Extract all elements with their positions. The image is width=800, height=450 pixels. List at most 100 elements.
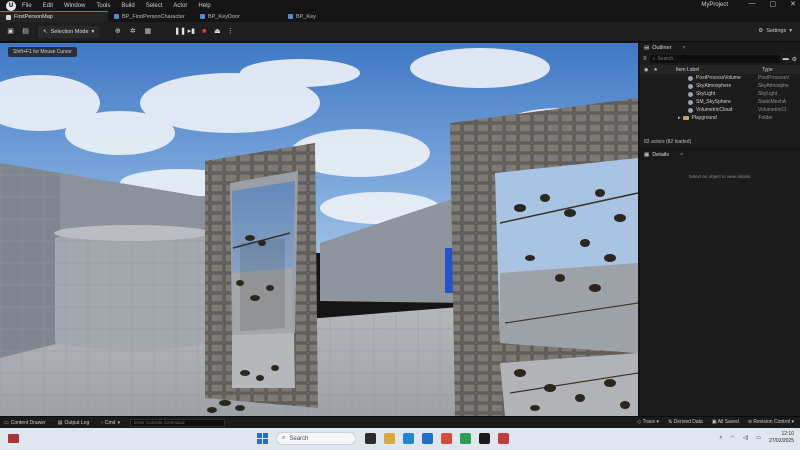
output-log-button[interactable]: ▤ Output Log <box>58 420 89 426</box>
step-icon[interactable]: ▸▮ <box>187 28 195 36</box>
tab-bp-key[interactable]: BP_Key <box>282 11 362 22</box>
trace-button[interactable]: ◇ Trace ▾ <box>637 419 659 425</box>
windows-logo-icon <box>263 433 268 438</box>
blueprint-menu-icon[interactable]: ✲ <box>128 27 137 36</box>
item-name: SM_SkySphere <box>696 99 731 105</box>
item-type: PostProcessV <box>758 75 790 81</box>
add-actor-icon[interactable]: ⊕ <box>113 27 122 36</box>
tab-firstpersonmap[interactable]: FirstPersonMap <box>0 11 108 22</box>
pause-icon[interactable]: ❚❚ <box>174 28 186 36</box>
unreal-engine-icon[interactable] <box>479 433 490 444</box>
tab-label: BP_FirstPersonCharacter <box>122 13 185 20</box>
list-item[interactable]: SkyLight SkyLight <box>640 90 800 98</box>
sequencer-icon[interactable]: ▦ <box>143 27 152 36</box>
more-options-icon[interactable]: ⋮ <box>226 28 234 36</box>
taskbar-search[interactable]: ⌕ Search <box>276 432 356 445</box>
menu-edit[interactable]: Edit <box>43 3 53 9</box>
settings-button[interactable]: ⚙ Settings ▾ <box>758 28 792 34</box>
cmd-label: Cmd <box>104 419 116 426</box>
battery-icon[interactable]: ▭ <box>756 435 761 441</box>
unreal-logo-icon[interactable]: U <box>6 0 16 11</box>
app-icon[interactable] <box>460 433 471 444</box>
menu-build[interactable]: Build <box>121 3 134 9</box>
column-item-label[interactable]: Item Label <box>676 67 762 73</box>
actor-icon <box>688 91 693 97</box>
clock[interactable]: 12:10 27/02/2025 <box>769 431 794 445</box>
task-view-icon[interactable] <box>365 433 376 444</box>
visibility-icon[interactable]: ◉ <box>644 67 648 73</box>
menu-select[interactable]: Select <box>146 3 163 9</box>
chevron-down-icon: ▾ <box>91 28 95 35</box>
item-name: PostProcessVolume <box>696 75 741 81</box>
menu-tools[interactable]: Tools <box>96 3 110 9</box>
tab-label: BP_KeyDoor <box>208 13 240 20</box>
window-controls: — ▢ ✕ <box>749 0 797 8</box>
file-explorer-icon[interactable] <box>384 433 395 444</box>
folder-icon <box>682 116 689 120</box>
outliner-search-input[interactable]: ⌕ Search... <box>649 55 780 63</box>
filter-icon[interactable]: ≡ <box>643 56 647 62</box>
search-label: Search <box>289 435 309 442</box>
actor-icon <box>688 99 693 105</box>
menu-help[interactable]: Help <box>198 3 210 9</box>
column-type[interactable]: Type <box>762 67 773 73</box>
close-icon[interactable]: × <box>680 152 683 158</box>
store-icon[interactable] <box>422 433 433 444</box>
menu-bar: U File Edit Window Tools Build Select Ac… <box>0 0 800 11</box>
derived-data-button[interactable]: ⇅ Derived Data <box>668 419 703 425</box>
all-saved-button[interactable]: ▣ All Saved <box>712 419 739 425</box>
list-item[interactable]: SM_SkySphere StaticMeshA <box>640 98 800 106</box>
start-button[interactable] <box>257 433 268 444</box>
details-header: ▦ Details × <box>640 150 800 160</box>
unreal-editor-window: U File Edit Window Tools Build Select Ac… <box>0 0 800 450</box>
search-icon: ⌕ <box>282 435 286 441</box>
windows-logo-icon <box>257 439 262 444</box>
chevron-up-icon[interactable]: ˄ <box>719 435 722 441</box>
content-drawer-button[interactable]: ▭ Content Drawer <box>4 420 46 426</box>
close-button[interactable]: ✕ <box>790 0 796 8</box>
clock-time: 12:10 <box>781 431 794 437</box>
network-icon[interactable]: ◠ <box>730 435 734 441</box>
taskbar-apps <box>365 433 509 444</box>
item-type: VolumetricCl <box>758 107 787 113</box>
details-panel: ▦ Details × Select an object to view det… <box>640 150 800 416</box>
cmd-dropdown[interactable]: › Cmd ▾ <box>101 420 120 426</box>
add-folder-icon[interactable]: ▬ <box>783 56 789 62</box>
revision-control-button[interactable]: ⊘ Revision Control ▾ <box>748 419 794 425</box>
menu-window[interactable]: Window <box>64 3 85 9</box>
close-icon[interactable]: × <box>682 45 685 51</box>
viewport-scene <box>0 43 638 416</box>
actor-icon <box>688 107 693 113</box>
list-item-folder[interactable]: ▸ Playground Folder <box>640 114 800 122</box>
maximize-button[interactable]: ▢ <box>770 0 777 8</box>
windows-logo-icon <box>263 439 268 444</box>
list-item[interactable]: VolumetricCloud VolumetricCl <box>640 106 800 114</box>
blueprint-icon <box>288 14 293 19</box>
level-viewport[interactable]: Shift+F1 for Mouse Cursor <box>0 43 638 416</box>
list-item[interactable]: SkyAtmosphere SkyAtmosphe <box>640 82 800 90</box>
chrome-icon[interactable] <box>441 433 452 444</box>
minimize-button[interactable]: — <box>749 0 756 8</box>
tab-bp-keydoor[interactable]: BP_KeyDoor <box>194 11 282 22</box>
volume-icon[interactable]: ◁) <box>743 435 749 441</box>
eject-icon[interactable]: ⏏ <box>213 28 221 36</box>
tab-bp-firstpersoncharacter[interactable]: BP_FirstPersonCharacter <box>108 11 194 22</box>
details-empty-message: Select an object to view details. <box>688 174 752 179</box>
content-browser-icon[interactable]: ▤ <box>21 27 30 36</box>
save-icon[interactable]: ▣ <box>6 27 15 36</box>
item-type: StaticMeshA <box>758 99 787 105</box>
gear-icon[interactable]: ⚙ <box>792 56 797 63</box>
list-item[interactable]: PostProcessVolume PostProcessV <box>640 74 800 82</box>
selection-mode-dropdown[interactable]: ↖ Selection Mode ▾ <box>38 25 100 38</box>
star-icon[interactable]: ★ <box>653 67 657 73</box>
status-bar-right: ◇ Trace ▾ ⇅ Derived Data ▣ All Saved ⊘ R… <box>637 419 794 425</box>
stop-icon[interactable]: ■ <box>200 28 208 36</box>
console-command-input[interactable]: Enter Console Command <box>129 418 225 427</box>
widgets-icon[interactable] <box>8 434 19 443</box>
menu-actor[interactable]: Actor <box>173 3 187 9</box>
edge-icon[interactable] <box>403 433 414 444</box>
menu-file[interactable]: File <box>22 3 32 9</box>
app-icon[interactable] <box>498 433 509 444</box>
item-type: Folder <box>758 115 773 121</box>
gear-icon: ⚙ <box>758 28 764 34</box>
